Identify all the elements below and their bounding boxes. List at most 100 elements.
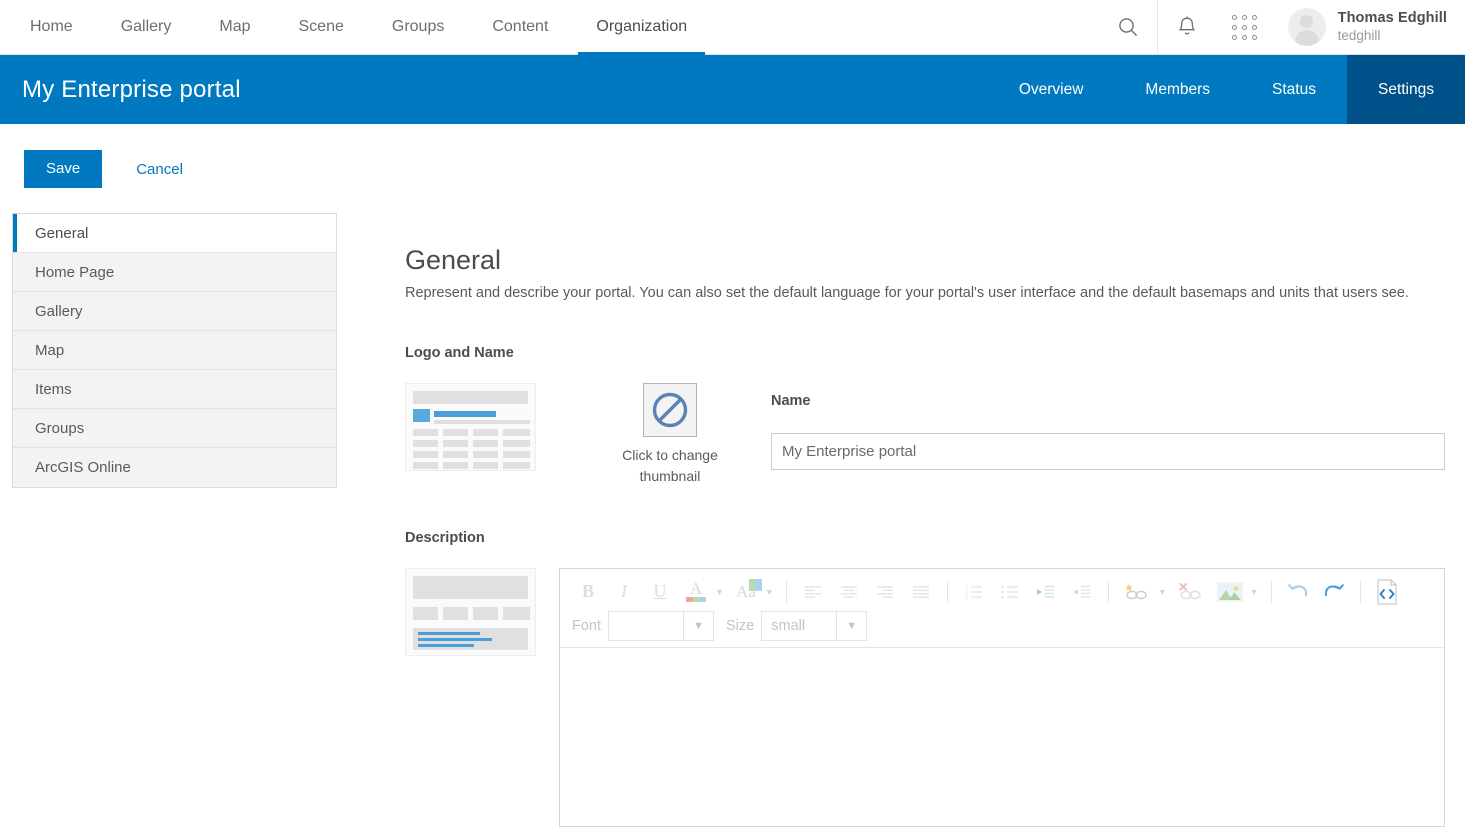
remove-link-icon[interactable] (1174, 577, 1208, 607)
user-handle: tedghill (1338, 28, 1447, 44)
font-label: Font (572, 618, 601, 634)
nav-item-label: Groups (392, 18, 444, 36)
nav-item-label: Gallery (121, 18, 172, 36)
description-layout-preview (405, 568, 536, 656)
nav-item-label: Map (219, 18, 250, 36)
save-button[interactable]: Save (24, 150, 102, 188)
sidebar-item-groups[interactable]: Groups (13, 409, 336, 448)
sidebar-item-arcgis-online[interactable]: ArcGIS Online (13, 448, 336, 487)
font-select[interactable]: ▼ (608, 611, 714, 641)
no-image-prohibited-icon (650, 390, 690, 430)
page-title: My Enterprise portal (0, 55, 241, 124)
font-color-glyph: A (690, 581, 702, 596)
nav-item-home[interactable]: Home (6, 0, 97, 54)
insert-image-icon[interactable] (1214, 577, 1246, 607)
description-rich-text-editor: B I U A ▼ Aa (559, 568, 1445, 827)
top-nav-links: Home Gallery Map Scene Groups Content Or… (0, 0, 711, 54)
sidebar-item-label: Home Page (35, 264, 114, 281)
italic-glyph: I (621, 581, 627, 602)
indent-icon[interactable] (1031, 577, 1061, 607)
font-color-icon[interactable]: A (681, 577, 711, 607)
settings-page-body: General Home Page Gallery Map Items Grou… (0, 188, 1465, 839)
action-bar: Save Cancel (0, 124, 1465, 188)
search-icon[interactable] (1099, 0, 1157, 54)
font-color-chevron-down-icon[interactable]: ▼ (715, 587, 724, 597)
redo-icon[interactable] (1319, 577, 1349, 607)
size-select[interactable]: small ▼ (761, 611, 867, 641)
editor-toolbar-row-2: Font ▼ Size small ▼ (570, 609, 1438, 643)
cancel-button[interactable]: Cancel (136, 161, 183, 178)
editor-toolbar-row-1: B I U A ▼ Aa (570, 575, 1438, 609)
outdent-icon[interactable] (1067, 577, 1097, 607)
description-section: Description (405, 530, 1445, 839)
logo-and-name-label: Logo and Name (405, 345, 1445, 361)
font-select-chevron-down-icon[interactable]: ▼ (684, 611, 714, 641)
description-editor-content[interactable] (560, 648, 1444, 826)
nav-item-scene[interactable]: Scene (275, 0, 368, 54)
font-color-swatch (686, 597, 706, 602)
tab-label: Overview (1019, 81, 1084, 99)
name-input[interactable] (771, 433, 1445, 470)
nav-item-content[interactable]: Content (468, 0, 572, 54)
tab-label: Status (1272, 81, 1316, 99)
sidebar-item-general[interactable]: General (13, 214, 336, 253)
tab-label: Settings (1378, 81, 1434, 99)
highlight-color-icon[interactable]: Aa (731, 577, 761, 607)
logo-and-name-row: Click to change thumbnail Name (405, 383, 1445, 486)
top-nav-right-tools: Thomas Edghill tedghill (1099, 0, 1465, 54)
nav-item-gallery[interactable]: Gallery (97, 0, 196, 54)
thumbnail-button[interactable] (643, 383, 697, 437)
name-field-group: Name (771, 383, 1445, 470)
settings-content: General Represent and describe your port… (337, 188, 1465, 839)
organization-banner: My Enterprise portal Overview Members St… (0, 55, 1465, 124)
nav-item-label: Scene (299, 18, 344, 36)
insert-image-chevron-down-icon[interactable]: ▼ (1250, 587, 1259, 597)
sidebar-item-label: General (35, 225, 88, 242)
editor-toolbar: B I U A ▼ Aa (560, 569, 1444, 648)
insert-link-chevron-down-icon[interactable]: ▼ (1158, 587, 1167, 597)
nav-item-map[interactable]: Map (195, 0, 274, 54)
align-right-icon[interactable] (870, 577, 900, 607)
bell-icon[interactable] (1158, 0, 1216, 54)
sidebar-item-label: ArcGIS Online (35, 459, 131, 476)
insert-link-icon[interactable] (1120, 577, 1154, 607)
underline-icon[interactable]: U (645, 577, 675, 607)
align-center-icon[interactable] (834, 577, 864, 607)
thumbnail-caption[interactable]: Click to change thumbnail (605, 445, 735, 486)
tab-settings[interactable]: Settings (1347, 55, 1465, 124)
bold-glyph: B (582, 581, 594, 602)
highlight-color-chevron-down-icon[interactable]: ▼ (765, 587, 774, 597)
font-select-value (608, 611, 684, 641)
sidebar-item-gallery[interactable]: Gallery (13, 292, 336, 331)
home-page-layout-preview (405, 383, 536, 471)
tab-members[interactable]: Members (1114, 55, 1241, 124)
nav-item-groups[interactable]: Groups (368, 0, 468, 54)
user-fullname: Thomas Edghill (1338, 10, 1447, 27)
user-menu[interactable]: Thomas Edghill tedghill (1274, 0, 1465, 54)
size-select-chevron-down-icon[interactable]: ▼ (837, 611, 867, 641)
toolbar-divider (786, 581, 787, 603)
description-editor-row: B I U A ▼ Aa (405, 568, 1445, 827)
settings-sidebar: General Home Page Gallery Map Items Grou… (12, 213, 337, 488)
nav-item-label: Home (30, 18, 73, 36)
sidebar-item-map[interactable]: Map (13, 331, 336, 370)
toolbar-divider (1108, 581, 1109, 603)
description-label: Description (405, 530, 1445, 546)
sidebar-item-items[interactable]: Items (13, 370, 336, 409)
bold-icon[interactable]: B (573, 577, 603, 607)
highlight-color-swatch (749, 579, 762, 591)
italic-icon[interactable]: I (609, 577, 639, 607)
nav-item-organization[interactable]: Organization (572, 0, 711, 54)
apps-grid-icon[interactable] (1216, 0, 1274, 54)
tab-overview[interactable]: Overview (988, 55, 1115, 124)
align-justify-icon[interactable] (906, 577, 936, 607)
sidebar-item-home-page[interactable]: Home Page (13, 253, 336, 292)
unordered-list-icon[interactable] (995, 577, 1025, 607)
ordered-list-icon[interactable]: 1 2 3 (959, 577, 989, 607)
user-names: Thomas Edghill tedghill (1338, 10, 1447, 43)
view-source-icon[interactable] (1372, 577, 1402, 607)
tab-status[interactable]: Status (1241, 55, 1347, 124)
undo-icon[interactable] (1283, 577, 1313, 607)
nav-item-label: Content (492, 18, 548, 36)
align-left-icon[interactable] (798, 577, 828, 607)
